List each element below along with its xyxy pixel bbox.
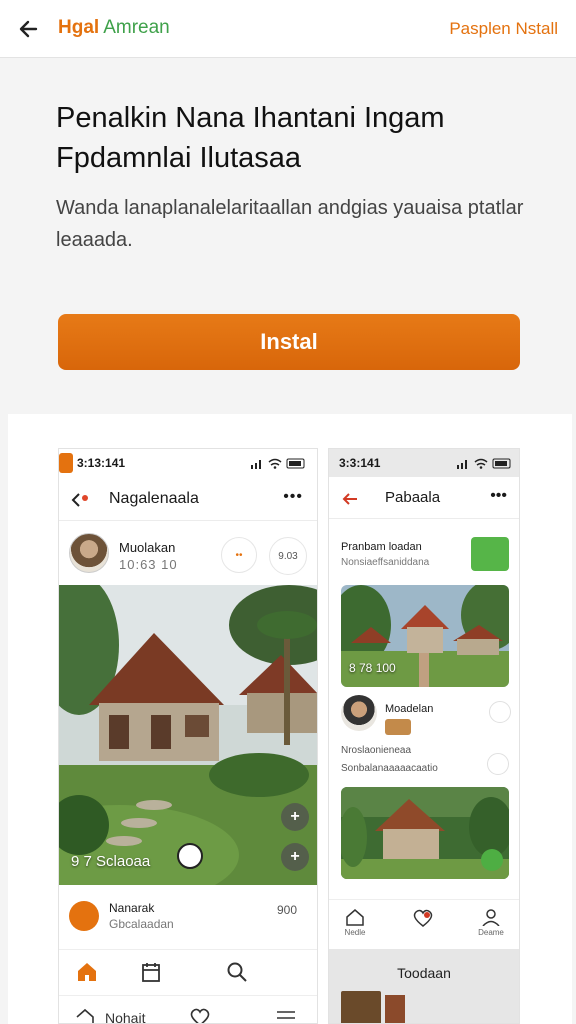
product-image — [385, 995, 405, 1023]
avatar[interactable] — [69, 533, 109, 573]
header-install-link[interactable]: Pasplen Nstall — [449, 19, 558, 39]
avatar[interactable] — [341, 695, 377, 731]
back-chevron-icon[interactable] — [69, 489, 91, 511]
phone2-title: Pabaala — [385, 489, 441, 506]
post-photo[interactable]: 9 7 Sclaoaa + + — [59, 585, 317, 885]
page-description: Wanda lanaplanalelaritaallan andgias yau… — [56, 197, 524, 251]
phone2-tab-bar: Nedle Deame — [329, 899, 519, 947]
install-button[interactable]: Instal — [58, 314, 520, 370]
author-subtitle: Gbcalaadan — [109, 917, 174, 931]
image-caption: 8 78 100 — [349, 661, 396, 675]
tab-home[interactable]: Nedle — [335, 908, 375, 937]
author-name: Moadelan — [385, 703, 434, 715]
green-thumbnail-icon[interactable] — [471, 537, 509, 571]
status-time: 3:3:141 — [339, 456, 381, 470]
status-bar: 3:13:141 — [59, 449, 317, 477]
status-bar: 3:3:141 — [329, 449, 519, 477]
reaction-chip[interactable]: •• — [221, 537, 257, 573]
status-time: 3:13:141 — [77, 456, 126, 470]
house-photo-image — [59, 585, 317, 885]
phone2-bottom-panel: Toodaan — [329, 949, 519, 1023]
top-bar: Hgal Amrean Pasplen Nstall — [0, 0, 576, 58]
brand-primary: Hgal — [58, 17, 100, 38]
post-header: Muolakan 10:63 10 •• 9.03 — [59, 523, 317, 585]
author-count: 900 — [276, 903, 297, 917]
tab-profile[interactable]: Deame — [471, 908, 511, 937]
fab-plus-2[interactable]: + — [281, 843, 309, 871]
phone2-header: Pabaala ••• — [329, 479, 519, 519]
bottom-tab-label[interactable]: Nohait — [105, 1010, 145, 1023]
phone1-title: Nagalenaala — [109, 490, 199, 507]
brand-secondary: Amrean — [103, 17, 170, 38]
author-avatar-icon[interactable] — [69, 901, 99, 931]
text-line-2: Sonbalanaaaaacaatio — [341, 763, 438, 774]
option-circle-icon[interactable] — [489, 701, 511, 723]
count-chip[interactable]: 9.03 — [269, 537, 307, 575]
item-subtitle: Nonsiaeffsaniddana — [341, 557, 430, 568]
phone1-bottom-bar: Nohait — [59, 995, 317, 1024]
basket-icon — [385, 719, 411, 735]
green-action-button[interactable] — [481, 849, 503, 871]
phone-preview-1[interactable]: 3:13:141 Nagalenaala ••• Muolakan 10:63 … — [58, 448, 318, 1024]
bottom-panel-label: Toodaan — [397, 965, 451, 981]
more-options-icon[interactable]: ••• — [490, 487, 507, 505]
app-logo-icon — [59, 453, 73, 473]
more-options-icon[interactable]: ••• — [283, 488, 303, 506]
post-author-name: Muolakan — [119, 540, 176, 555]
home-icon[interactable] — [75, 960, 99, 984]
item-title: Pranbam loadan — [341, 541, 422, 553]
product-image — [341, 991, 381, 1023]
author-name: Nanarak — [109, 901, 155, 915]
status-icons — [251, 458, 305, 469]
home-outline-icon[interactable] — [75, 1008, 95, 1024]
page-title: Penalkin Nana Ihantani Ingam Fpdamnlai I… — [56, 102, 445, 174]
option-circle-icon[interactable] — [487, 753, 509, 775]
author-row: Nanarak Gbcalaadan 900 — [59, 889, 317, 949]
photo-caption: 9 7 Sclaoaa — [71, 853, 151, 870]
fab-plus-1[interactable]: + — [281, 803, 309, 831]
home-outline-icon — [346, 909, 364, 926]
listing-image-1[interactable]: 8 78 100 — [341, 585, 509, 687]
tab-home-label: Nedle — [344, 928, 366, 937]
hero-section: Penalkin Nana Ihantani Ingam Fpdamnlai I… — [8, 58, 568, 414]
user-icon — [482, 909, 500, 926]
search-icon[interactable] — [225, 960, 249, 984]
ball-icon — [177, 843, 203, 869]
phone1-tab-bar — [59, 949, 317, 995]
status-icons — [457, 458, 511, 469]
heart-icon — [413, 909, 433, 927]
tab-profile-label: Deame — [478, 928, 504, 937]
phone-preview-2[interactable]: 3:3:141 Pabaala ••• Pranbam loadan Nonsi… — [328, 448, 520, 1024]
back-arrow-icon[interactable] — [339, 488, 361, 510]
app-brand: Hgal Amrean — [58, 17, 170, 39]
listing-image-2[interactable] — [341, 787, 509, 879]
tab-favorites[interactable] — [403, 908, 443, 930]
back-arrow-icon[interactable] — [16, 15, 44, 43]
phone1-header: Nagalenaala ••• — [59, 479, 317, 521]
author-row: Moadelan — [341, 695, 511, 735]
post-meta: 10:63 10 — [119, 557, 178, 572]
calendar-icon[interactable] — [139, 960, 163, 984]
heart-icon[interactable] — [189, 1008, 211, 1024]
text-line-1: Nroslaonieneaa — [341, 745, 412, 756]
menu-icon[interactable] — [275, 1010, 297, 1024]
